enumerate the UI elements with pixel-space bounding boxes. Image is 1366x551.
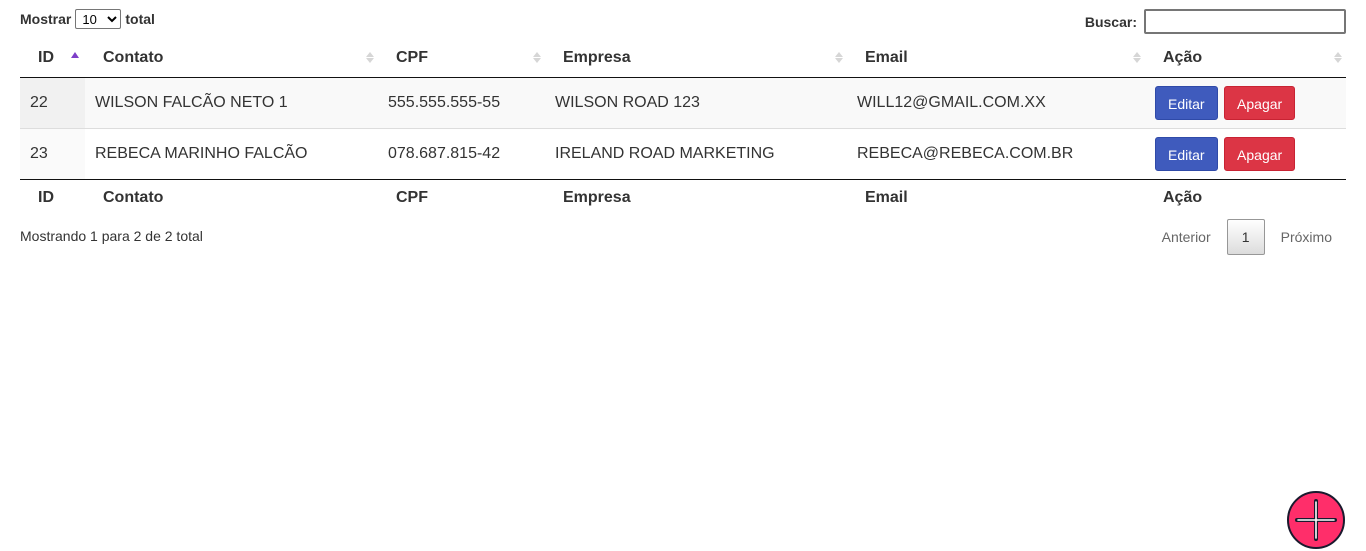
cell-empresa: IRELAND ROAD MARKETING: [545, 127, 847, 179]
length-suffix-label: total: [125, 11, 155, 27]
footer-header-acao: Ação: [1145, 178, 1346, 217]
cell-email: REBECA@REBECA.COM.BR: [847, 127, 1145, 179]
cell-cpf: 555.555.555-55: [378, 77, 545, 128]
footer-header-empresa: Empresa: [545, 178, 847, 217]
column-header-empresa[interactable]: Empresa: [545, 40, 847, 78]
delete-button[interactable]: Apagar: [1224, 85, 1296, 120]
table-header: ID Contato CPF Empresa Email Ação: [20, 40, 1346, 78]
add-contact-button[interactable]: [1287, 491, 1345, 549]
column-header-id[interactable]: ID: [20, 40, 85, 78]
search-input[interactable]: [1144, 9, 1346, 34]
cell-id: 23: [20, 127, 85, 179]
cell-contato: WILSON FALCÃO NETO 1: [85, 77, 378, 128]
pagination: Anterior 1 Próximo: [1148, 219, 1346, 255]
table-info: Mostrando 1 para 2 de 2 total: [20, 228, 203, 244]
next-page-button[interactable]: Próximo: [1267, 219, 1346, 255]
edit-button[interactable]: Editar: [1155, 136, 1218, 171]
length-prefix-label: Mostrar: [20, 11, 72, 27]
cell-contato: REBECA MARINHO FALCÃO: [85, 127, 378, 179]
cell-acao: Editar Apagar: [1145, 77, 1346, 128]
cell-acao: Editar Apagar: [1145, 127, 1346, 179]
page-length-control: Mostrar 10 total: [20, 9, 155, 29]
plus-icon: [1295, 499, 1337, 541]
cell-empresa: WILSON ROAD 123: [545, 77, 847, 128]
cell-cpf: 078.687.815-42: [378, 127, 545, 179]
sort-both-icon: [1133, 51, 1141, 65]
column-header-acao[interactable]: Ação: [1145, 40, 1346, 78]
table-body: 22 WILSON FALCÃO NETO 1 555.555.555-55 W…: [20, 77, 1346, 179]
search-label: Buscar:: [1084, 13, 1137, 30]
sort-both-icon: [835, 51, 843, 65]
footer-header-id: ID: [20, 178, 85, 217]
footer-header-email: Email: [847, 178, 1145, 217]
column-header-contato[interactable]: Contato: [85, 40, 378, 78]
page-length-select[interactable]: 10: [75, 9, 122, 29]
footer-header-cpf: CPF: [378, 178, 545, 217]
sort-both-icon: [1334, 51, 1342, 65]
table-footer: ID Contato CPF Empresa Email Ação: [20, 178, 1346, 217]
contacts-table: ID Contato CPF Empresa Email Ação 22 WIL…: [20, 40, 1346, 217]
search-control: Buscar:: [1085, 9, 1346, 34]
page-button-current[interactable]: 1: [1226, 219, 1265, 255]
page: Mostrar 10 total Buscar: ID Contato CPF …: [0, 0, 1366, 551]
table-row: 23 REBECA MARINHO FALCÃO 078.687.815-42 …: [20, 127, 1346, 179]
cell-email: WILL12@GMAIL.COM.XX: [847, 77, 1145, 128]
sort-both-icon: [366, 51, 374, 65]
sort-both-icon: [533, 51, 541, 65]
column-header-cpf[interactable]: CPF: [378, 40, 545, 78]
sort-ascending-icon: [71, 52, 79, 58]
column-header-email[interactable]: Email: [847, 40, 1145, 78]
footer-header-contato: Contato: [85, 178, 378, 217]
previous-page-button[interactable]: Anterior: [1148, 219, 1225, 255]
delete-button[interactable]: Apagar: [1224, 136, 1296, 171]
edit-button[interactable]: Editar: [1155, 85, 1218, 120]
table-row: 22 WILSON FALCÃO NETO 1 555.555.555-55 W…: [20, 77, 1346, 128]
cell-id: 22: [20, 77, 85, 128]
